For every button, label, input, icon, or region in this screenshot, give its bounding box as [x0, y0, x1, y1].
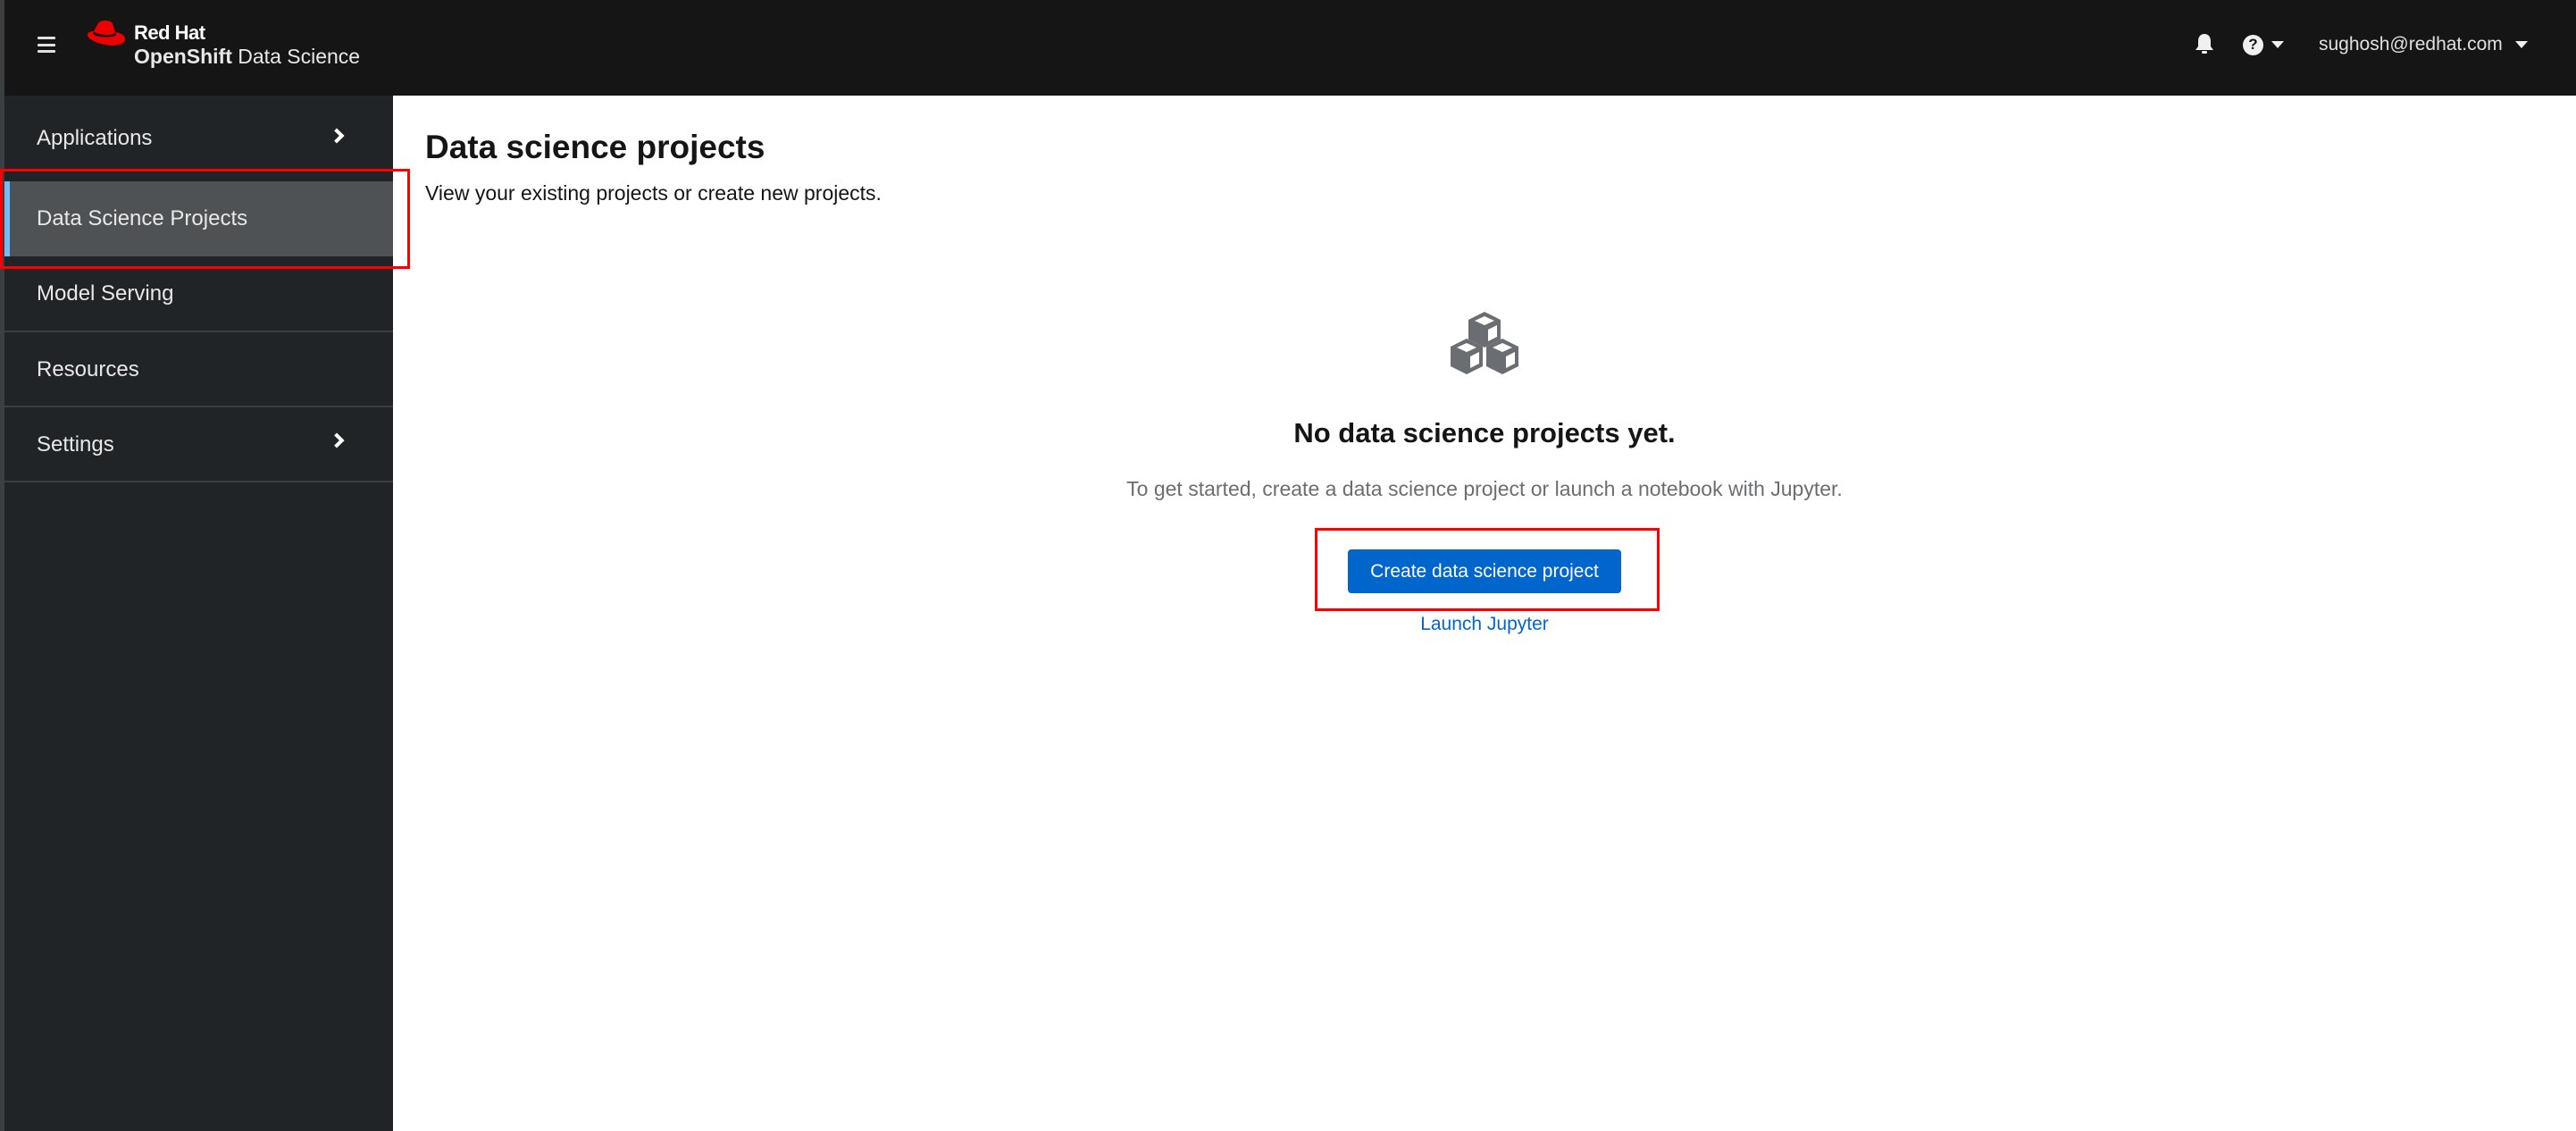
create-project-button[interactable]: Create data science project — [1348, 549, 1621, 593]
sidebar-item-applications[interactable]: Applications — [4, 96, 393, 181]
app-page: Red Hat OpenShift Data Science ? sughosh… — [0, 0, 2576, 1131]
sidebar-item-label: Model Serving — [37, 281, 174, 306]
page-description: View your existing projects or create ne… — [425, 181, 882, 205]
chevron-right-icon — [329, 128, 345, 144]
window-edge — [0, 0, 4, 1131]
brand-company: Red Hat — [134, 21, 205, 44]
main-content: Data science projects View your existing… — [393, 96, 2576, 1131]
user-menu-toggle[interactable]: sughosh@redhat.com — [2319, 30, 2528, 59]
sidebar-item-data-science-projects[interactable]: Data Science Projects — [4, 181, 393, 256]
sidebar-item-model-serving[interactable]: Model Serving — [4, 256, 393, 331]
brand-product: OpenShift Data Science — [134, 46, 360, 67]
empty-state-body: To get started, create a data science pr… — [1126, 477, 1843, 500]
user-name: sughosh@redhat.com — [2319, 34, 2503, 54]
caret-down-icon — [2514, 41, 2528, 48]
masthead: Red Hat OpenShift Data Science ? sughosh… — [0, 0, 2576, 96]
sidebar-item-settings[interactable]: Settings — [4, 407, 393, 482]
sidebar-nav: Applications Data Science Projects Model… — [0, 96, 393, 1131]
empty-state-title: No data science projects yet. — [1293, 417, 1676, 448]
sidebar-item-label: Applications — [37, 126, 153, 150]
sidebar-item-label: Settings — [37, 432, 114, 457]
launch-jupyter-link: Launch Jupyter — [393, 614, 2576, 635]
launch-jupyter-link-text[interactable]: Launch Jupyter — [1420, 614, 1549, 634]
brand-text: Red Hat OpenShift Data Science — [134, 18, 360, 67]
sidebar-divider — [4, 481, 393, 482]
brand-product-rest: Data Science — [231, 45, 361, 68]
question-circle-icon: ? — [2243, 34, 2263, 55]
cubes-icon — [1447, 310, 1522, 378]
help-menu-toggle[interactable]: ? — [2242, 32, 2285, 57]
page-title: Data science projects — [425, 129, 765, 165]
sidebar-item-resources[interactable]: Resources — [4, 332, 393, 407]
brand-logo[interactable]: Red Hat OpenShift Data Science — [86, 18, 360, 71]
hamburger-icon[interactable] — [36, 34, 57, 55]
bell-icon[interactable] — [2194, 32, 2215, 55]
app-launcher-grid-icon[interactable] — [2133, 35, 2153, 54]
red-hat-logo-icon — [87, 21, 126, 46]
sidebar-item-label: Resources — [37, 357, 139, 381]
caret-down-icon — [2271, 41, 2284, 48]
chevron-right-icon — [329, 432, 345, 448]
sidebar-item-label: Data Science Projects — [37, 206, 248, 230]
brand-product-bold: OpenShift — [134, 45, 232, 68]
